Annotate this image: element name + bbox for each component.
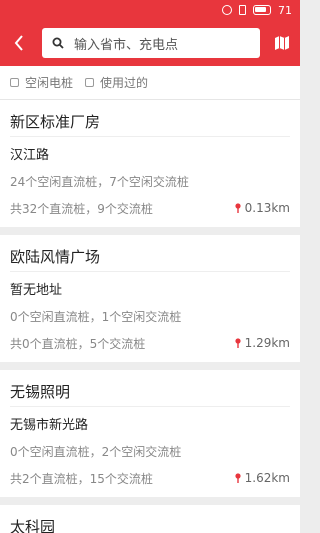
free-piles: 24个空闲直流桩，7个空闲交流桩 xyxy=(10,175,189,189)
station-name: 欧陆风情广场 xyxy=(10,248,101,266)
total-piles: 共32个直流桩，9个交流桩 xyxy=(10,201,153,216)
distance-value: 0.13km xyxy=(244,201,290,215)
search-icon xyxy=(52,37,64,49)
back-button[interactable] xyxy=(8,32,30,54)
distance: 1.29km xyxy=(234,336,290,350)
distance: 0.13km xyxy=(234,201,290,215)
distance-value: 1.29km xyxy=(244,336,290,350)
free-piles: 0个空闲直流桩，2个空闲交流桩 xyxy=(10,445,182,459)
chevron-left-icon xyxy=(14,35,23,51)
total-piles: 共0个直流桩，5个交流桩 xyxy=(10,336,146,351)
status-bar: 71 xyxy=(0,0,300,20)
station-list: 新区标准厂房 汉江路 24个空闲直流桩，7个空闲交流桩 共32个直流桩，9个交流… xyxy=(0,100,300,533)
filter-label: 使用过的 xyxy=(100,76,149,90)
station-name: 无锡照明 xyxy=(10,383,71,401)
filter-bar: 空闲电桩 使用过的 xyxy=(0,66,300,100)
checkbox[interactable] xyxy=(10,78,19,87)
checkbox[interactable] xyxy=(85,78,95,87)
location-pin-icon xyxy=(235,338,241,348)
station-address: 汉江路 xyxy=(10,148,50,163)
total-piles: 共2个直流桩，15个交流桩 xyxy=(10,471,153,486)
battery-level: 71 xyxy=(278,3,292,17)
station-address: 无锡市新光路 xyxy=(10,418,89,433)
distance-value: 1.62km xyxy=(244,471,290,485)
filter-free[interactable]: 空闲电桩 xyxy=(10,74,73,91)
station-address: 暂无地址 xyxy=(10,283,63,298)
station-name: 太科园 xyxy=(10,518,56,533)
search-input[interactable]: 输入省市、充电点 xyxy=(42,28,260,58)
station-card[interactable]: 欧陆风情广场 暂无地址 0个空闲直流桩，1个空闲交流桩 共0个直流桩，5个交流桩… xyxy=(0,235,300,362)
map-icon xyxy=(275,36,289,50)
alarm-icon xyxy=(222,5,232,15)
location-pin-icon xyxy=(235,203,241,213)
toolbar: 输入省市、充电点 xyxy=(0,20,300,66)
vibrate-icon xyxy=(239,5,246,15)
location-pin-icon xyxy=(235,473,241,483)
station-card[interactable]: 新区标准厂房 汉江路 24个空闲直流桩，7个空闲交流桩 共32个直流桩，9个交流… xyxy=(0,100,300,227)
station-card[interactable]: 无锡照明 无锡市新光路 0个空闲直流桩，2个空闲交流桩 共2个直流桩，15个交流… xyxy=(0,370,300,497)
station-card[interactable]: 太科园 xyxy=(0,505,300,533)
battery-icon xyxy=(253,5,271,15)
free-piles: 0个空闲直流桩，1个空闲交流桩 xyxy=(10,310,182,324)
search-placeholder: 输入省市、充电点 xyxy=(74,37,179,53)
distance: 1.62km xyxy=(234,471,290,485)
map-button[interactable] xyxy=(272,33,292,53)
station-name: 新区标准厂房 xyxy=(10,113,101,131)
filter-used[interactable]: 使用过的 xyxy=(85,74,148,91)
filter-label: 空闲电桩 xyxy=(25,76,74,90)
